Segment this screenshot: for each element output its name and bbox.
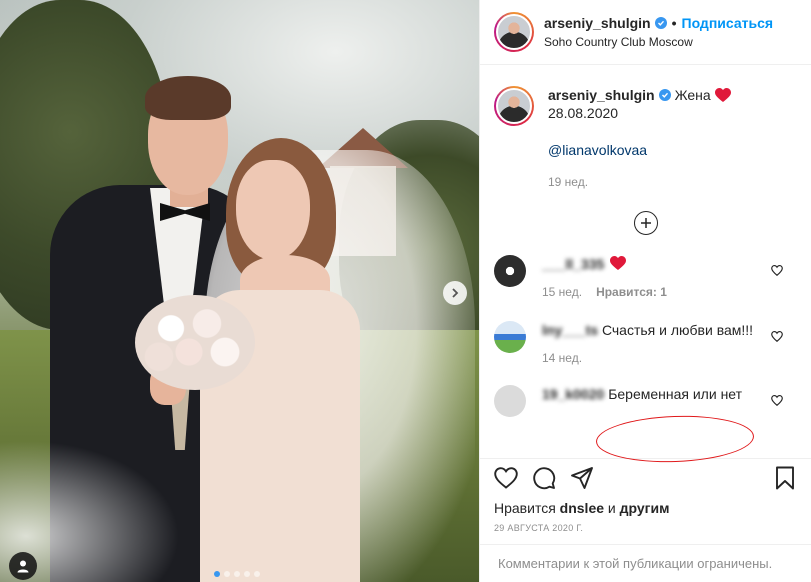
comment-body: ___ll_335 15 нед. Нравится: 1 — [542, 255, 772, 301]
likes-prefix: Нравится — [494, 500, 556, 516]
user-icon — [17, 560, 29, 573]
paper-plane-icon[interactable] — [570, 466, 594, 490]
carousel-dot — [214, 571, 220, 577]
comment-icon[interactable] — [532, 466, 556, 490]
comment-username[interactable]: 19_k0020 — [542, 386, 604, 402]
separator-dot: • — [671, 15, 677, 31]
comment-meta: 15 нед. Нравится: 1 — [542, 283, 772, 301]
comment-username[interactable]: lny___ts — [542, 322, 598, 338]
comment-text: Беременная или нет — [608, 386, 743, 402]
comment-avatar[interactable] — [494, 255, 526, 287]
carousel-dot — [234, 571, 240, 577]
caption-time[interactable]: 19 нед. — [548, 173, 731, 191]
comment-username[interactable]: ___ll_335 — [542, 256, 604, 272]
heart-icon[interactable] — [494, 466, 518, 490]
likes-summary: Нравится dnslee и другим — [494, 500, 797, 516]
post-location[interactable]: Soho Country Club Moscow — [544, 35, 773, 49]
plus-circle-icon[interactable] — [633, 211, 658, 235]
comment-time[interactable]: 15 нед. — [542, 283, 582, 301]
likes-user-link[interactable]: dnslee — [560, 500, 604, 516]
follow-button[interactable]: Подписаться — [682, 15, 774, 31]
comment-like-heart-icon[interactable] — [771, 331, 783, 342]
caption-username[interactable]: arseniy_shulgin — [548, 86, 655, 104]
header-user-line: arseniy_shulgin • Подписаться — [544, 15, 773, 31]
photo-groom-hair — [145, 76, 231, 120]
red-heart-icon — [610, 256, 627, 270]
comment-time[interactable]: 14 нед. — [542, 349, 582, 367]
post-photo[interactable] — [0, 0, 479, 582]
action-icons — [494, 462, 797, 494]
caption-text: Жена — [674, 87, 711, 103]
post-date[interactable]: 29 августа 2020 г. — [494, 523, 797, 533]
caption-body: arseniy_shulgin Жена 28.08.2020 @lianavo… — [548, 86, 731, 191]
comment-item: 19_k0020 Беременная или нет — [494, 385, 797, 417]
avatar-image — [496, 14, 532, 50]
post-side-panel: arseniy_shulgin • Подписаться Soho Count… — [479, 0, 811, 582]
chevron-right-icon — [452, 288, 459, 298]
comments-restricted-notice: Комментарии к этой публикации ограничены… — [480, 544, 811, 582]
photo-bouquet — [135, 295, 255, 390]
avatar-image — [496, 88, 532, 124]
comment-avatar[interactable] — [494, 385, 526, 417]
comment-item: ___ll_335 15 нед. Нравится: 1 — [494, 255, 797, 301]
comment-text: Счастья и любви вам!!! — [601, 322, 754, 338]
likes-conj: и — [607, 500, 616, 516]
comment-like-heart-icon[interactable] — [771, 395, 783, 406]
bookmark-icon[interactable] — [773, 466, 797, 490]
verified-badge-icon — [658, 89, 671, 101]
comments-list[interactable]: arseniy_shulgin Жена 28.08.2020 @lianavo… — [480, 66, 811, 458]
carousel-dot — [244, 571, 250, 577]
comment-body: 19_k0020 Беременная или нет — [542, 385, 772, 417]
author-avatar[interactable] — [494, 12, 534, 52]
comment-likes[interactable]: Нравится: 1 — [596, 283, 667, 301]
caption-mention-link[interactable]: @lianavolkovaa — [548, 141, 731, 159]
load-more-comments — [494, 211, 797, 235]
caption-avatar[interactable] — [494, 86, 534, 126]
carousel-dot — [254, 571, 260, 577]
tagged-users-button[interactable] — [9, 552, 37, 580]
caption-block: arseniy_shulgin Жена 28.08.2020 @lianavo… — [494, 86, 797, 191]
author-username[interactable]: arseniy_shulgin — [544, 15, 651, 31]
comment-item: lny___ts Счастья и любви вам!!! 14 нед. — [494, 321, 797, 367]
comment-like-heart-icon[interactable] — [771, 265, 783, 276]
comment-meta: 14 нед. — [542, 349, 772, 367]
comments-restricted-text: Комментарии к этой публикации ограничены… — [498, 556, 773, 571]
caption-date-line: 28.08.2020 — [548, 105, 619, 121]
verified-badge-icon — [654, 17, 667, 29]
caption-line: arseniy_shulgin Жена — [548, 86, 731, 104]
photo-bride-face — [236, 160, 310, 260]
comment-avatar[interactable] — [494, 321, 526, 353]
red-heart-icon — [714, 87, 731, 102]
post-actions: Нравится dnslee и другим 29 августа 2020… — [480, 458, 811, 533]
post-header: arseniy_shulgin • Подписаться Soho Count… — [480, 0, 811, 65]
comment-body: lny___ts Счастья и любви вам!!! 14 нед. — [542, 321, 772, 367]
carousel-dots — [214, 571, 260, 577]
likes-others-link[interactable]: другим — [620, 500, 670, 516]
header-text: arseniy_shulgin • Подписаться Soho Count… — [544, 15, 773, 49]
next-photo-button[interactable] — [443, 281, 467, 305]
carousel-dot — [224, 571, 230, 577]
